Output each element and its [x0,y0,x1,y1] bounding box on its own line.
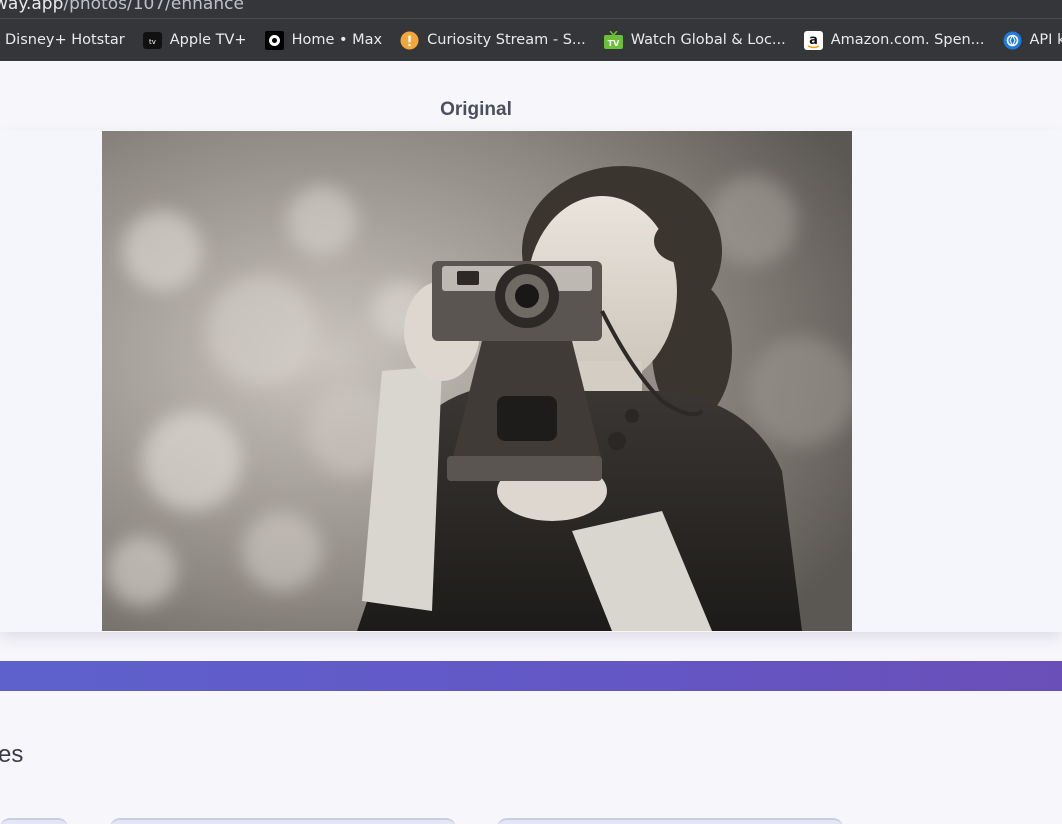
bookmark-apple-tv[interactable]: tv Apple TV+ [134,25,256,55]
url-path: /photos/107/enhance [63,0,244,14]
bookmark-label: Curiosity Stream - S... [427,32,586,48]
max-icon [264,30,284,50]
original-label: Original [440,99,512,120]
bookmarks-bar: Disney+ Hotstar tv Apple TV+ Home • Max … [0,18,1062,61]
original-photo[interactable] [102,131,852,631]
bookmark-curiosity-stream[interactable]: Curiosity Stream - S... [391,25,595,55]
bookmark-label: Watch Global & Loc... [630,32,786,48]
svg-text:a: a [809,33,818,48]
bookmark-api-keys[interactable]: API keys - O [994,25,1062,55]
curiosity-stream-icon [400,31,419,50]
url-host: way.app [0,0,64,14]
svg-text:tv: tv [149,38,156,46]
url-text[interactable]: way.app/photos/107/enhance [0,0,244,14]
option-card-tab[interactable] [0,818,68,824]
bookmark-watch-global[interactable]: TV Watch Global & Loc... [595,25,795,55]
bookmark-label: API keys - O [1029,32,1062,48]
section-heading: es [0,741,24,768]
address-bar[interactable]: way.app/photos/107/enhance [0,0,1062,18]
bookmark-disney-hotstar[interactable]: Disney+ Hotstar [0,25,134,55]
svg-text:TV: TV [607,39,619,48]
bookmark-label: Amazon.com. Spen... [830,32,985,48]
openai-icon [1003,31,1022,50]
bookmark-label: Apple TV+ [169,32,247,48]
apple-tv-icon: tv [142,31,162,50]
bookmark-home-max[interactable]: Home • Max [256,25,392,55]
option-card-tab[interactable] [497,818,843,824]
tv-icon: TV [603,30,623,50]
bookmark-label: Home • Max [291,32,383,48]
accent-band [0,661,1062,691]
option-card-tab[interactable] [110,818,456,824]
amazon-icon: a [803,30,823,50]
bookmark-amazon[interactable]: a Amazon.com. Spen... [795,25,994,55]
bookmark-label: Disney+ Hotstar [5,32,125,48]
